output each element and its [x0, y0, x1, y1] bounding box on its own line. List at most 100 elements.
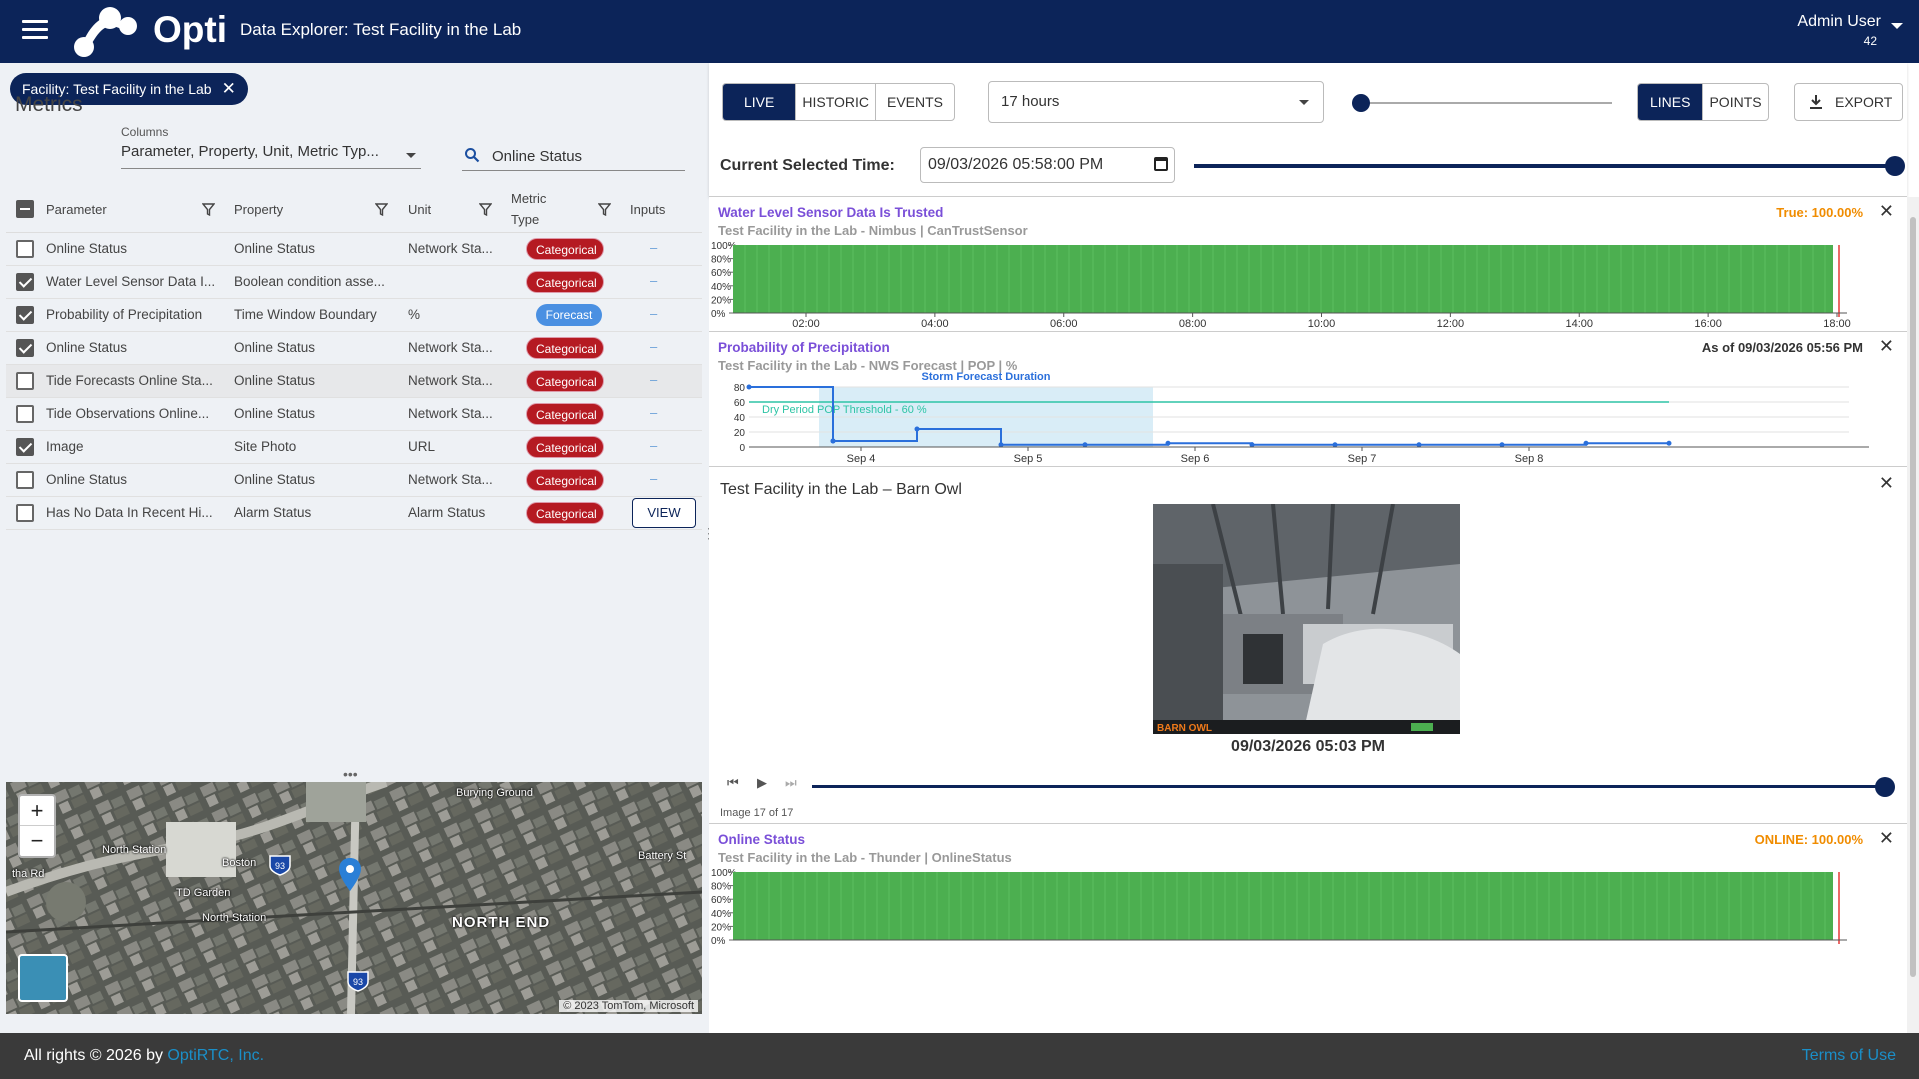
- columns-label: Columns: [121, 125, 169, 139]
- current-time-slider[interactable]: [1194, 156, 1905, 176]
- filter-icon[interactable]: [598, 203, 611, 216]
- map-label: NORTH END: [452, 914, 551, 931]
- company-link[interactable]: OptiRTC, Inc.: [167, 1047, 264, 1064]
- download-icon: [1810, 95, 1822, 109]
- events-button[interactable]: EVENTS: [876, 84, 954, 120]
- user-menu[interactable]: Admin User 42: [1797, 13, 1881, 48]
- table-row[interactable]: Tide Forecasts Online Sta... Online Stat…: [6, 365, 702, 398]
- basemap-toggle[interactable]: [18, 954, 68, 1002]
- horizontal-drag-handle-icon[interactable]: •••: [343, 766, 358, 782]
- lines-button[interactable]: LINES: [1638, 84, 1704, 120]
- table-row[interactable]: Online Status Online Status Network Sta.…: [6, 332, 702, 365]
- calendar-icon[interactable]: [1154, 157, 1168, 171]
- camera-image[interactable]: BARN OWL: [1153, 504, 1460, 734]
- header-unit[interactable]: Unit: [408, 202, 431, 217]
- row-checkbox[interactable]: [16, 240, 34, 258]
- close-icon[interactable]: ✕: [1879, 336, 1894, 357]
- zoom-in-button[interactable]: +: [20, 796, 54, 826]
- metric-search[interactable]: [462, 143, 685, 171]
- x-tick-label: 06:00: [1050, 318, 1078, 330]
- time-range-select[interactable]: 17 hours: [988, 81, 1324, 123]
- zoom-slider[interactable]: [1352, 94, 1612, 112]
- row-checkbox[interactable]: [16, 273, 34, 291]
- header-property[interactable]: Property: [234, 202, 283, 217]
- filter-icon[interactable]: [202, 203, 215, 216]
- map[interactable]: North Station Boston TD Garden North Sta…: [6, 782, 702, 1014]
- row-checkbox[interactable]: [16, 306, 34, 324]
- card-status: True: 100.00%: [1776, 205, 1863, 220]
- slider-handle[interactable]: [1885, 156, 1905, 176]
- export-button[interactable]: EXPORT: [1794, 83, 1903, 121]
- search-input[interactable]: [492, 143, 682, 169]
- row-checkbox[interactable]: [16, 339, 34, 357]
- header-parameter[interactable]: Parameter: [46, 202, 107, 217]
- inputs-cell: –: [650, 438, 658, 453]
- row-checkbox[interactable]: [16, 471, 34, 489]
- unit-cell: %: [408, 307, 421, 322]
- map-label: North Station: [102, 844, 167, 856]
- live-button[interactable]: LIVE: [723, 84, 797, 120]
- play-icon[interactable]: ▶: [757, 775, 767, 791]
- zoom-out-button[interactable]: −: [20, 826, 54, 856]
- view-button[interactable]: VIEW: [632, 498, 696, 528]
- table-row[interactable]: Tide Observations Online... Online Statu…: [6, 398, 702, 431]
- close-icon[interactable]: ✕: [1879, 473, 1894, 494]
- table-row[interactable]: Online Status Online Status Network Sta.…: [6, 464, 702, 497]
- header-type[interactable]: Type: [511, 212, 539, 227]
- columns-select[interactable]: Parameter, Property, Unit, Metric Typ...: [121, 143, 421, 169]
- chevron-down-icon[interactable]: [1891, 23, 1903, 29]
- metric-type-badge: Categorical: [526, 238, 604, 260]
- x-tick-label: Sep 8: [1515, 453, 1544, 465]
- parameter-cell: Online Status: [46, 472, 128, 487]
- card-status: As of 09/03/2026 05:56 PM: [1701, 340, 1863, 355]
- highway-number: 93: [275, 861, 285, 871]
- terms-link[interactable]: Terms of Use: [1802, 1047, 1896, 1065]
- y-tick-label: 80%: [711, 255, 731, 266]
- scrollbar[interactable]: [1907, 197, 1919, 1033]
- table-row[interactable]: Online Status Online Status Network Sta.…: [6, 233, 702, 266]
- image-slider[interactable]: [812, 777, 1895, 797]
- property-cell: Online Status: [234, 373, 316, 388]
- filter-icon[interactable]: [375, 203, 388, 216]
- close-icon[interactable]: ✕: [1879, 201, 1894, 222]
- card-status: ONLINE: 100.00%: [1754, 832, 1863, 847]
- inputs-cell: –: [650, 372, 658, 387]
- table-row[interactable]: Water Level Sensor Data I... Boolean con…: [6, 266, 702, 299]
- x-tick-label: Sep 7: [1348, 453, 1377, 465]
- header-metric[interactable]: Metric: [511, 191, 546, 206]
- map-label: Boston: [222, 857, 257, 869]
- export-label: EXPORT: [1835, 94, 1893, 110]
- slider-handle[interactable]: [1352, 94, 1370, 112]
- row-checkbox[interactable]: [16, 405, 34, 423]
- chevron-down-icon: [406, 153, 416, 158]
- data-point: [830, 438, 836, 444]
- filter-icon[interactable]: [479, 203, 492, 216]
- points-button[interactable]: POINTS: [1703, 84, 1767, 120]
- slider-handle[interactable]: [1875, 777, 1895, 797]
- x-tick-label: Sep 4: [847, 453, 876, 465]
- property-cell: Time Window Boundary: [234, 307, 377, 322]
- x-tick-label: 14:00: [1565, 318, 1593, 330]
- table-row[interactable]: Has No Data In Recent Hi... Alarm Status…: [6, 497, 702, 530]
- inputs-cell: –: [650, 405, 658, 420]
- card-title: Online Status: [718, 832, 806, 847]
- menu-icon[interactable]: [22, 20, 48, 42]
- card-title: Probability of Precipitation: [718, 340, 890, 355]
- table-body: Online Status Online Status Network Sta.…: [6, 233, 702, 530]
- close-icon[interactable]: ✕: [1879, 828, 1894, 849]
- skip-next-icon[interactable]: ⏭: [785, 775, 797, 791]
- table-row[interactable]: Image Site Photo URL Categorical –: [6, 431, 702, 464]
- row-checkbox[interactable]: [16, 504, 34, 522]
- close-icon[interactable]: ✕: [222, 79, 236, 99]
- historic-button[interactable]: HISTORIC: [796, 84, 876, 120]
- map-label: Burying Ground: [456, 787, 534, 799]
- row-checkbox[interactable]: [16, 438, 34, 456]
- select-all-checkbox[interactable]: [16, 200, 34, 218]
- x-tick-label: 02:00: [792, 318, 820, 330]
- map-pin-icon[interactable]: [338, 858, 362, 892]
- scrollbar-thumb[interactable]: [1910, 217, 1916, 977]
- current-time-input[interactable]: 09/03/2026 05:58:00 PM: [920, 147, 1175, 183]
- skip-previous-icon[interactable]: ⏮: [727, 775, 739, 791]
- row-checkbox[interactable]: [16, 372, 34, 390]
- table-row[interactable]: Probability of Precipitation Time Window…: [6, 299, 702, 332]
